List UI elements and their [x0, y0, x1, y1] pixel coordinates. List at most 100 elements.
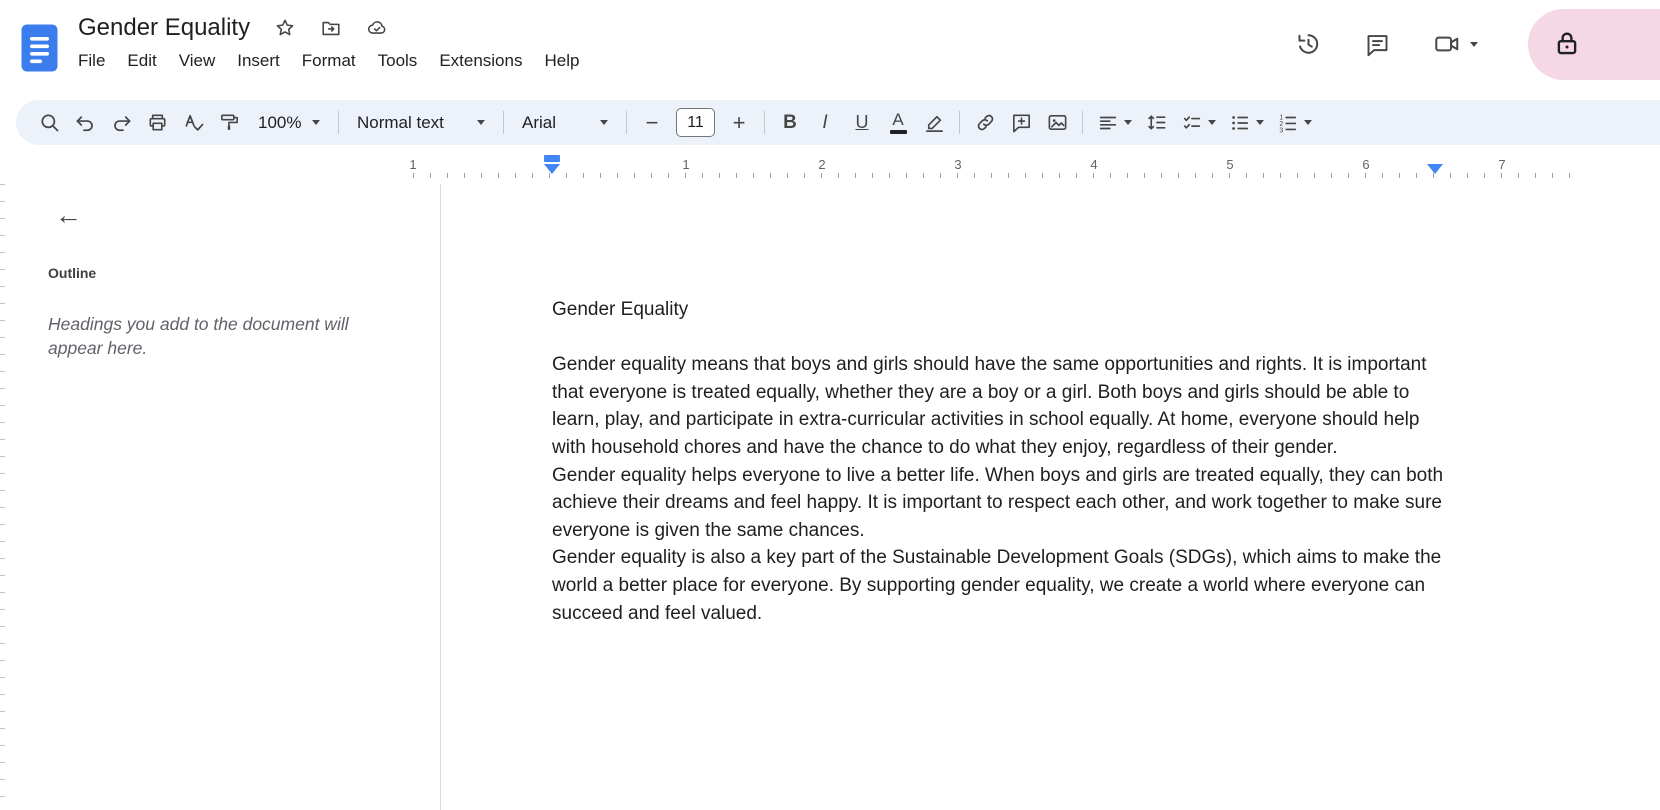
open-comments-icon: [1367, 34, 1388, 56]
move-folder-icon[interactable]: [320, 17, 342, 39]
paragraph-style-value: Normal text: [357, 112, 444, 132]
chevron-down-icon: [312, 120, 320, 125]
plus-icon: +: [732, 109, 746, 135]
doc-heading[interactable]: Gender Equality: [552, 296, 1444, 324]
increase-font-size-button[interactable]: +: [721, 105, 757, 141]
add-comment-button[interactable]: [1003, 105, 1039, 141]
blank-line[interactable]: [552, 324, 1444, 352]
menu-insert[interactable]: Insert: [226, 47, 291, 75]
menu-tools[interactable]: Tools: [367, 47, 429, 75]
text-color-button[interactable]: A: [880, 105, 916, 141]
align-left-icon: [1099, 116, 1116, 129]
menu-file[interactable]: File: [67, 47, 116, 75]
ruler-ticks: [413, 173, 1570, 178]
outline-title: Outline: [48, 265, 97, 281]
insert-link-button[interactable]: [967, 105, 1003, 141]
underline-button[interactable]: U: [844, 105, 880, 141]
search-icon: [40, 114, 58, 132]
italic-icon: I: [822, 111, 828, 133]
version-history-icon: [1298, 34, 1319, 54]
chevron-down-icon: [1123, 120, 1132, 125]
underline-icon: U: [855, 112, 869, 132]
close-outline-button[interactable]: ←: [55, 200, 82, 231]
menu-format[interactable]: Format: [291, 47, 367, 75]
bold-icon: B: [783, 111, 797, 133]
menu-extensions[interactable]: Extensions: [428, 47, 533, 75]
paint-format-button[interactable]: [211, 105, 247, 141]
ruler-number: 4: [1090, 157, 1098, 172]
svg-text:3: 3: [1279, 127, 1283, 133]
ruler-number: 6: [1362, 157, 1370, 172]
ruler-number: 1: [682, 157, 690, 172]
chevron-down-icon: [1303, 120, 1312, 125]
bulleted-list-icon: [1231, 115, 1248, 130]
horizontal-ruler[interactable]: 1 1 2 3 4 5 6 7: [0, 148, 1660, 184]
paragraph-style-select[interactable]: Normal text: [346, 105, 496, 141]
menu-edit[interactable]: Edit: [116, 47, 167, 75]
first-line-indent-marker[interactable]: [544, 155, 560, 162]
docs-logo-icon[interactable]: [21, 24, 58, 72]
paragraph[interactable]: Gender equality means that boys and girl…: [552, 351, 1444, 461]
checklist-button[interactable]: [1174, 105, 1222, 141]
add-comment-icon: [1012, 114, 1030, 133]
italic-button[interactable]: I: [808, 105, 844, 141]
document-canvas[interactable]: Gender Equality Gender equality means th…: [442, 184, 1660, 810]
paragraph[interactable]: Gender equality helps everyone to live a…: [552, 462, 1444, 545]
chevron-down-icon: [1470, 41, 1478, 47]
line-spacing-icon: [1147, 115, 1165, 130]
insert-image-button[interactable]: [1039, 105, 1075, 141]
vertical-ruler[interactable]: [0, 184, 15, 810]
insert-image-icon: [1048, 114, 1066, 131]
right-indent-marker[interactable]: [1427, 164, 1443, 174]
share-button[interactable]: [1528, 9, 1660, 80]
decrease-font-size-button[interactable]: −: [634, 105, 670, 141]
print-button[interactable]: [139, 105, 175, 141]
insert-link-icon: [977, 114, 993, 131]
meet-video-icon: [1435, 36, 1459, 52]
chevron-down-icon: [600, 120, 608, 125]
zoom-select[interactable]: 100%: [247, 105, 331, 141]
menu-view[interactable]: View: [168, 47, 227, 75]
line-spacing-button[interactable]: [1138, 105, 1174, 141]
cloud-status-icon[interactable]: [366, 17, 388, 39]
highlight-icon: [925, 115, 943, 132]
align-button[interactable]: [1090, 105, 1138, 141]
document-title[interactable]: Gender Equality: [78, 14, 250, 42]
font-value: Arial: [522, 112, 557, 132]
bold-button[interactable]: B: [772, 105, 808, 141]
spellcheck-button[interactable]: [175, 105, 211, 141]
ruler-number: 7: [1498, 157, 1506, 172]
title-block: Gender Equality File Edit View Insert Fo…: [78, 14, 590, 75]
document-page[interactable]: Gender Equality Gender equality means th…: [552, 296, 1444, 627]
ruler-number: 1: [409, 157, 417, 172]
font-size-input[interactable]: 11: [676, 108, 715, 137]
bulleted-list-button[interactable]: [1222, 105, 1270, 141]
back-arrow-icon: ←: [55, 200, 82, 230]
search-menus-button[interactable]: [31, 105, 67, 141]
version-history-button[interactable]: [1294, 30, 1322, 58]
meet-button[interactable]: [1433, 30, 1478, 58]
redo-button[interactable]: [103, 105, 139, 141]
highlight-color-button[interactable]: [916, 105, 952, 141]
toolbar: 100% Normal text Arial − 11 + B I U A 1 …: [16, 100, 1660, 145]
spellcheck-icon: [184, 114, 203, 131]
paint-format-icon: [220, 114, 238, 130]
toolbar-separator: [959, 111, 960, 134]
checklist-icon: [1183, 115, 1200, 129]
open-comments-button[interactable]: [1364, 31, 1391, 58]
chevron-down-icon: [1207, 120, 1216, 125]
redo-icon: [113, 116, 131, 132]
toolbar-separator: [764, 111, 765, 134]
star-icon[interactable]: [274, 17, 296, 39]
text-color-icon: A: [889, 111, 907, 134]
print-icon: [148, 114, 166, 131]
ruler-number: 3: [954, 157, 962, 172]
toolbar-separator: [338, 111, 339, 134]
paragraph[interactable]: Gender equality is also a key part of th…: [552, 544, 1444, 627]
left-indent-marker[interactable]: [544, 164, 560, 174]
font-select[interactable]: Arial: [511, 105, 619, 141]
undo-button[interactable]: [67, 105, 103, 141]
numbered-list-icon: 1 2 3: [1279, 114, 1296, 134]
menu-help[interactable]: Help: [533, 47, 590, 75]
numbered-list-button[interactable]: 1 2 3: [1270, 105, 1318, 141]
